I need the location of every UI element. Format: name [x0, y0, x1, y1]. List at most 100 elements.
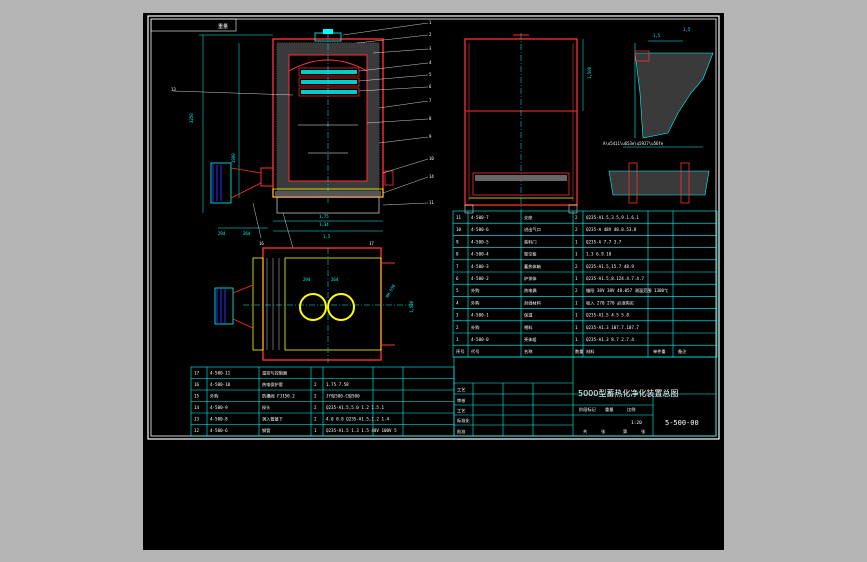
svg-text:2: 2 [429, 32, 432, 37]
bom-right-cell: 装料门 [524, 238, 537, 245]
bom-right-cell: Q235-A1.5,15.7 48.9 [586, 264, 634, 269]
bom-left-cell: 1 [314, 428, 317, 433]
bom-right-cell: 7 [456, 264, 459, 269]
svg-text:1,5: 1,5 [653, 33, 661, 38]
bom-right-cell: 2 [575, 227, 578, 232]
title-block-label: 重量 [605, 406, 613, 413]
bom-right-cell: Q235-A 7.7 3.7 [586, 239, 622, 244]
svg-text:16: 16 [259, 241, 264, 246]
bom-right-cell: 炉排体 [524, 275, 537, 282]
bom-right-header: 名称 [524, 348, 532, 355]
title-block-label: 第 [623, 428, 627, 435]
bom-left-cell: 13 [194, 417, 200, 422]
bom-right-cell: Q235-A1.5,3.5,9.1.6.1 [586, 215, 639, 220]
bom-right-cell: 支座 [524, 214, 532, 221]
bom-right-cell: 1 [575, 276, 578, 281]
svg-text:1,75: 1,75 [319, 214, 329, 219]
title-block-label: 张 [601, 428, 606, 435]
svg-text:4: 4 [429, 60, 432, 65]
bom-right-cell: 4 [456, 300, 459, 305]
bom-left-cell: 探头 [262, 404, 270, 411]
bom-right-cell: 吸入 270 270 必须购买 [586, 299, 634, 306]
svg-text:A\u5411\u653e\u5927\u56fe: A\u5411\u653e\u5927\u56fe [603, 141, 664, 146]
bom-left-cell: 16 [194, 382, 200, 387]
bom-right-cell: 1 [575, 325, 578, 330]
bom-right-cell: 外购 [471, 287, 479, 294]
bom-right-cell: 3 [456, 313, 459, 318]
svg-text:1,500: 1,500 [587, 66, 592, 79]
bom-left-cell: 14 [194, 405, 200, 410]
title-block-label: 共 [583, 428, 587, 435]
bom-right-cell: 1 [456, 337, 459, 342]
bom-right-cell: 蓄热体箱 [524, 263, 541, 270]
bom-right-cell: Q235-A1.3 107.7.107.7 [586, 325, 639, 330]
bom-right-cell: 喂料 [524, 324, 533, 331]
bom-right-cell: 外购 [471, 299, 479, 306]
bom-right-cell: 1 [575, 337, 578, 342]
bom-right-cell: 壳体组 [524, 336, 537, 343]
bom-right-cell: 4-500-1 [471, 313, 489, 318]
title-block-row-label: 标准化 [457, 417, 470, 424]
bom-right-cell: Q235-A 48V 48.0.53.8 [586, 227, 637, 232]
svg-text:1900: 1900 [231, 153, 236, 163]
bom-right-cell: 镚阳 38V 38V 48.057 测温范围 1300℃ [586, 287, 668, 294]
bom-right-cell: 4-500-0 [471, 337, 489, 342]
bom-right-cell: 2 [456, 325, 459, 330]
bom-left-cell: 2 [314, 394, 317, 399]
svg-text:3: 3 [429, 46, 432, 51]
bom-right-cell: 2 [575, 288, 578, 293]
bom-left-cell: 4-500-10 [210, 382, 231, 387]
svg-text:294: 294 [303, 277, 311, 282]
bom-left-cell: Q235-A1.5 1.3 1.5 48V 100V 5 [326, 428, 397, 433]
bom-right-cell: 6 [456, 276, 459, 281]
bom-left-cell: 温控与控制器 [262, 370, 288, 377]
cad-sheet: 重量 3250 1900 294 264 1,75 1,34 1,5 123 4… [147, 15, 720, 440]
bom-left-cell: 2 [314, 405, 317, 410]
svg-text:11: 11 [429, 200, 434, 205]
corner-tag: 重量 [218, 23, 228, 30]
bom-right-header: 数量 [575, 348, 583, 355]
bom-right-cell: 11 [456, 215, 462, 220]
bom-right-cell: 外购 [471, 324, 479, 331]
title-block-row-label: 工艺 [457, 387, 465, 392]
bom-right-header: 材料 [586, 348, 595, 355]
bom-right-header: 单件重 [653, 348, 666, 355]
bom-left-cell: 钢管 [262, 427, 270, 434]
title-block-label: 张 [641, 428, 646, 435]
bom-right-header: 代号 [471, 348, 479, 355]
drawing-title: 5000型蓄热化净化装置总图 [578, 388, 678, 398]
svg-text:14: 14 [429, 174, 434, 179]
bom-left-cell: 2 [314, 382, 317, 387]
bom-right-cell: 4-500-7 [471, 215, 489, 220]
svg-text:3250: 3250 [189, 113, 194, 123]
title-block-label: 阶段标记 [579, 406, 597, 413]
bom-left-cell: 12 [194, 428, 200, 433]
bom-right-cell: 1 [575, 252, 578, 257]
svg-text:17: 17 [369, 241, 374, 246]
drawing-scale: 1:20 [631, 420, 642, 426]
bom-left-cell: 17 [194, 371, 200, 376]
bom-right-cell: 1 [575, 300, 578, 305]
bom-right-cell: Q235-A1.5,8.124.4.7.4.7 [586, 276, 644, 281]
drawing-number: 5-500-00 [665, 419, 699, 427]
svg-text:RM 550: RM 550 [385, 283, 397, 299]
bom-left-cell: 4-500-11 [210, 371, 231, 376]
svg-text:13: 13 [171, 87, 176, 92]
bom-left-cell: 4.0 0.8 Q235-A1.5,1.2 1.4 [326, 417, 390, 422]
bom-right-cell: Q235-A1.3 8.7 2.7.4 [586, 337, 634, 342]
bom-left-cell: 外购 [210, 393, 218, 400]
bom-right-cell: 2 [575, 264, 578, 269]
svg-text:5: 5 [429, 72, 432, 77]
bom-right-header: 序号 [456, 348, 464, 355]
bom-right-cell: 4-500-5 [471, 239, 489, 244]
bom-right-cell: 4-500-4 [471, 252, 489, 257]
title-block-row-label: 工艺 [457, 408, 465, 413]
bom-right-header: 备注 [678, 348, 687, 355]
drawing-viewport[interactable]: 重量 3250 1900 294 264 1,75 1,34 1,5 1 2 3… [143, 13, 724, 550]
bom-right-cell: 1 [575, 313, 578, 318]
bom-right-cell: 5 [456, 288, 459, 293]
bom-left-rows: 17 4-500-11 温控与控制器 16 4-500-10 热电保护套 2 1.75 7.5… [191, 370, 454, 434]
side-view: 1,500 [464, 33, 592, 214]
svg-text:8: 8 [429, 116, 432, 121]
bom-left-cell: 涡入管基下 [262, 416, 283, 423]
